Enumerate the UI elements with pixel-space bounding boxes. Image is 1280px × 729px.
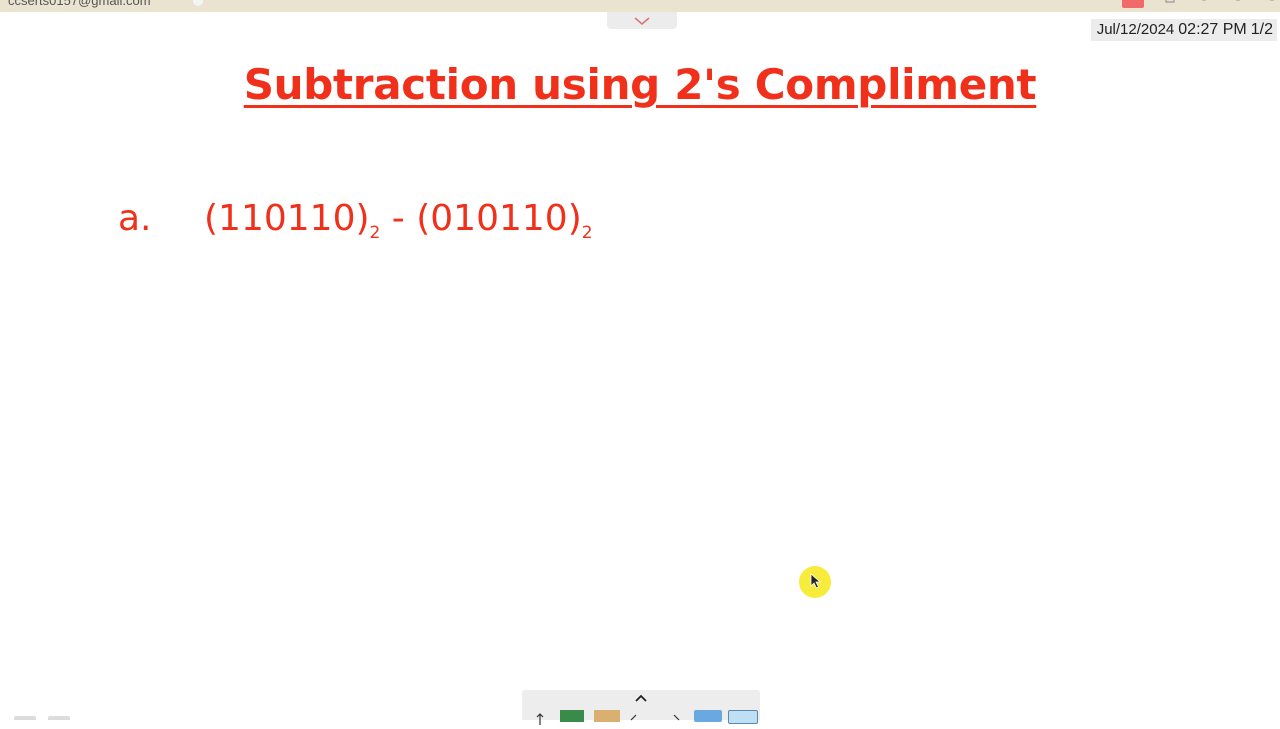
gear-icon[interactable] <box>1196 0 1212 7</box>
keyboard-icon[interactable] <box>48 716 70 720</box>
operand-1-base: 2 <box>369 223 381 243</box>
top-bar: ccserts0157@gmail.com <box>0 0 1280 12</box>
account-email: ccserts0157@gmail.com <box>8 0 151 8</box>
slide-title-container: Subtraction using 2's Compliment <box>0 60 1280 109</box>
problem-a: a. (110110)2 - (010110)2 <box>118 198 593 243</box>
cursor-highlight <box>799 566 831 598</box>
bottom-toolbar <box>522 690 760 725</box>
next-page-icon[interactable] <box>672 710 682 722</box>
problem-label: a. <box>118 198 152 239</box>
slide-title: Subtraction using 2's Compliment <box>243 60 1037 109</box>
status-dot <box>193 0 203 6</box>
screen-tool-icon[interactable] <box>694 710 722 722</box>
grid-icon[interactable] <box>14 716 36 720</box>
chevron-up-icon[interactable] <box>633 690 649 704</box>
prev-page-icon[interactable] <box>628 710 638 722</box>
close-icon[interactable] <box>1262 0 1278 7</box>
page-indicator: 1/2 <box>1250 21 1273 38</box>
bell-icon[interactable] <box>1162 0 1178 7</box>
pen-tool-icon[interactable] <box>536 710 544 725</box>
folder-tool-icon[interactable] <box>594 710 620 722</box>
chevron-down-icon <box>634 16 650 25</box>
cursor-icon <box>810 573 822 589</box>
window-tool-icon[interactable] <box>728 710 758 724</box>
timestamp-time: 02:27 PM <box>1178 21 1247 38</box>
operand-2-base: 2 <box>581 223 593 243</box>
timestamp-badge: Jul/12/2024 02:27 PM 1/2 <box>1090 19 1277 41</box>
operand-1: (110110) <box>204 198 370 239</box>
timestamp-date: Jul/12/2024 <box>1096 21 1175 38</box>
minus-operator: - <box>380 198 417 239</box>
operand-2: (010110) <box>416 198 582 239</box>
collapse-tab[interactable] <box>607 12 677 29</box>
clock-icon[interactable] <box>1230 0 1246 7</box>
board-tool-icon[interactable] <box>560 710 584 722</box>
record-button[interactable] <box>1122 0 1144 8</box>
